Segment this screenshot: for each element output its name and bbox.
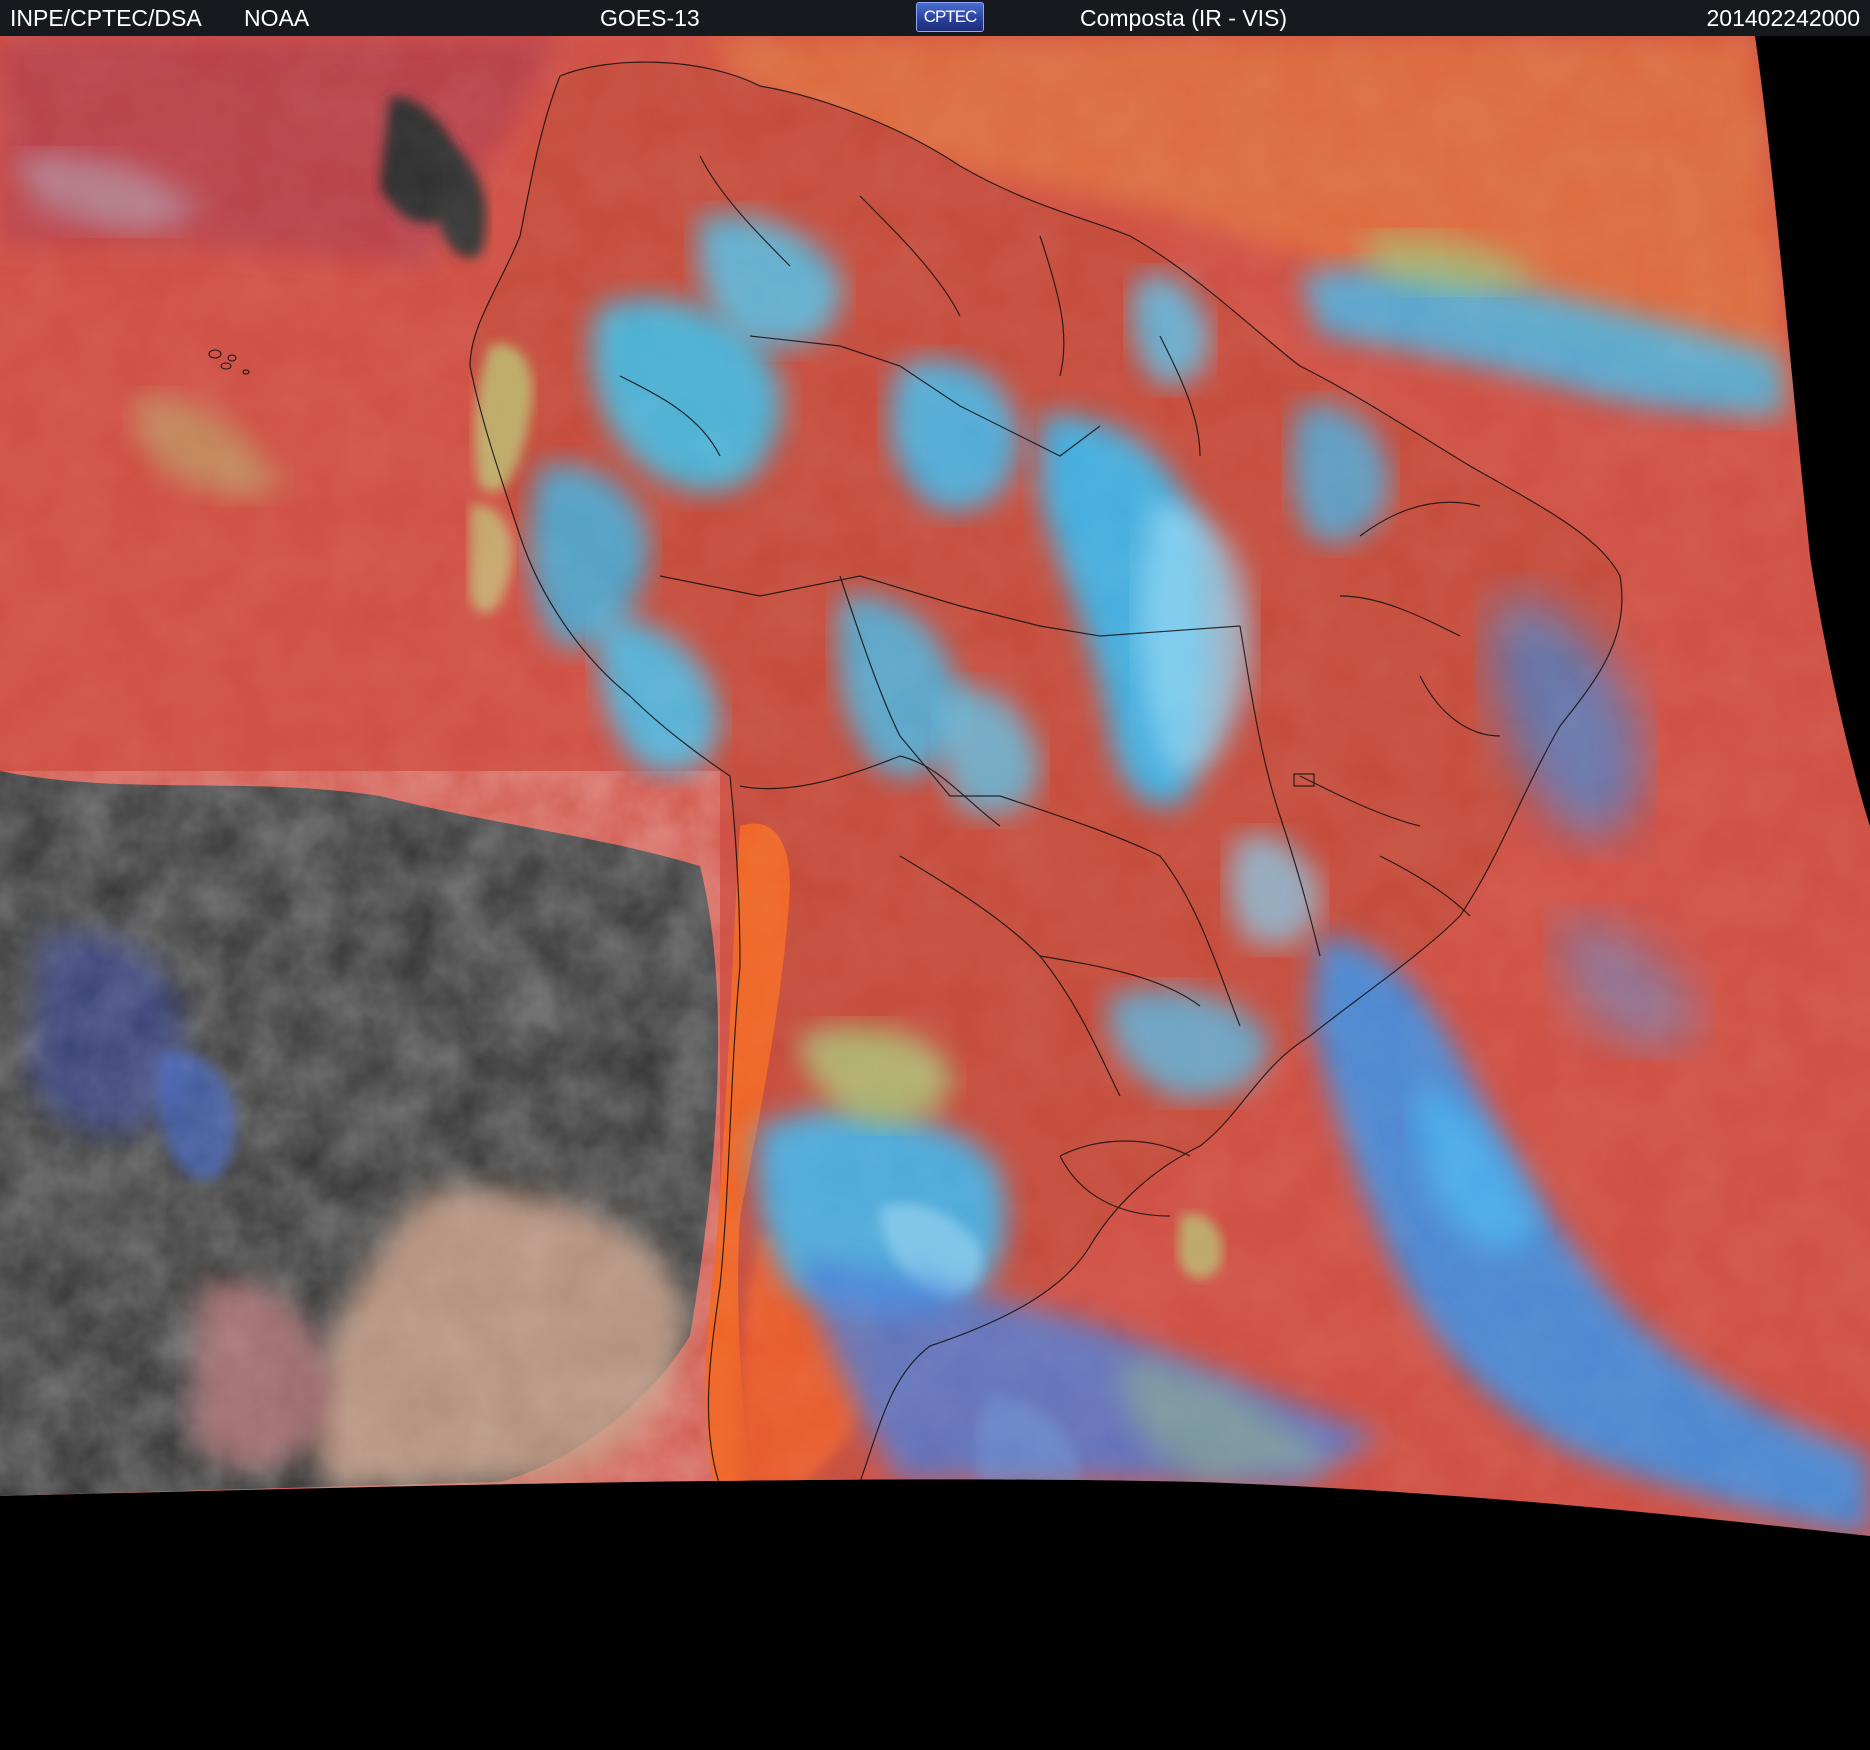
satellite-viewer: INPE/CPTEC/DSA NOAA GOES-13 CPTEC Compos… xyxy=(0,0,1870,1750)
header-bar: INPE/CPTEC/DSA NOAA GOES-13 CPTEC Compos… xyxy=(0,0,1870,36)
agency-label: NOAA xyxy=(244,5,310,31)
institution-label: INPE/CPTEC/DSA xyxy=(10,5,202,31)
earth-disc xyxy=(0,36,1870,1536)
satellite-label: GOES-13 xyxy=(600,5,700,31)
product-label: Composta (IR - VIS) xyxy=(1080,5,1288,31)
cptec-logo: CPTEC xyxy=(916,2,984,32)
cptec-logo-text: CPTEC xyxy=(923,7,978,26)
timestamp-label: 201402242000 xyxy=(1706,5,1861,31)
satellite-image xyxy=(0,36,1870,1750)
